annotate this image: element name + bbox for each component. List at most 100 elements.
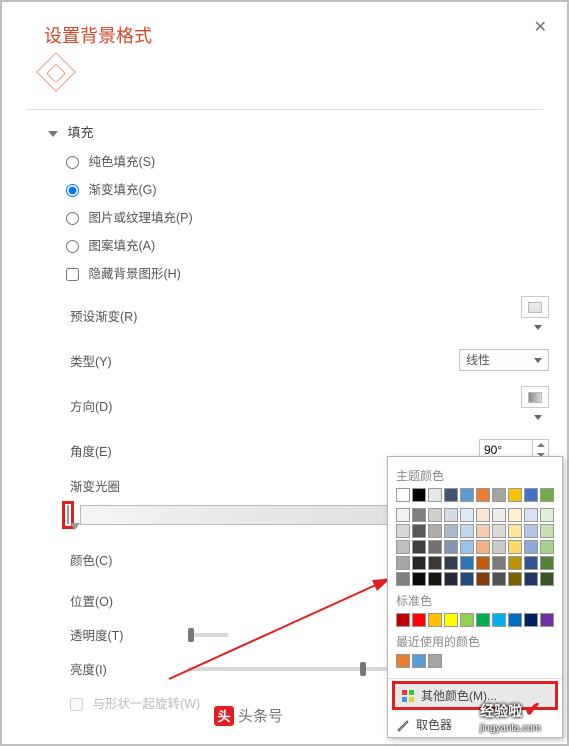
color-swatch[interactable] bbox=[476, 508, 490, 522]
color-swatch[interactable] bbox=[540, 488, 554, 502]
color-swatch[interactable] bbox=[476, 613, 490, 627]
preset-dropdown[interactable] bbox=[521, 296, 549, 318]
color-swatch[interactable] bbox=[428, 540, 442, 554]
color-swatch[interactable] bbox=[428, 524, 442, 538]
type-label: 类型(Y) bbox=[70, 351, 180, 370]
color-swatch[interactable] bbox=[444, 613, 458, 627]
color-swatch[interactable] bbox=[508, 572, 522, 586]
color-swatch[interactable] bbox=[476, 556, 490, 570]
color-swatch[interactable] bbox=[444, 556, 458, 570]
color-swatch[interactable] bbox=[412, 654, 426, 668]
color-swatch[interactable] bbox=[428, 572, 442, 586]
color-swatch[interactable] bbox=[412, 613, 426, 627]
fill-tab-icon[interactable] bbox=[36, 52, 76, 92]
color-swatch[interactable] bbox=[492, 556, 506, 570]
color-swatch[interactable] bbox=[540, 613, 554, 627]
color-swatch[interactable] bbox=[460, 508, 474, 522]
color-swatch[interactable] bbox=[524, 572, 538, 586]
section-fill[interactable]: 填充 bbox=[48, 122, 555, 141]
color-swatch[interactable] bbox=[540, 556, 554, 570]
color-swatch[interactable] bbox=[460, 488, 474, 502]
color-swatch[interactable] bbox=[460, 572, 474, 586]
color-swatch[interactable] bbox=[524, 556, 538, 570]
color-swatch[interactable] bbox=[444, 540, 458, 554]
eyedropper-label: 取色器 bbox=[416, 716, 452, 733]
color-swatch[interactable] bbox=[460, 524, 474, 538]
color-swatch[interactable] bbox=[396, 613, 410, 627]
color-swatch[interactable] bbox=[476, 572, 490, 586]
opt-solid[interactable]: 纯色填充(S) bbox=[66, 151, 555, 170]
color-swatch[interactable] bbox=[428, 488, 442, 502]
color-swatch[interactable] bbox=[508, 508, 522, 522]
color-swatch[interactable] bbox=[460, 556, 474, 570]
color-swatch[interactable] bbox=[444, 488, 458, 502]
color-swatch[interactable] bbox=[396, 556, 410, 570]
opt-picture[interactable]: 图片或纹理填充(P) bbox=[66, 207, 555, 226]
type-dropdown[interactable]: 线性 bbox=[459, 349, 549, 371]
color-swatch[interactable] bbox=[492, 524, 506, 538]
color-swatch[interactable] bbox=[540, 540, 554, 554]
color-swatch[interactable] bbox=[476, 524, 490, 538]
direction-label: 方向(D) bbox=[70, 396, 180, 415]
color-swatch[interactable] bbox=[540, 572, 554, 586]
caret-down-icon bbox=[48, 131, 58, 137]
color-swatch[interactable] bbox=[412, 556, 426, 570]
theme-colors-row bbox=[396, 488, 554, 502]
color-swatch[interactable] bbox=[396, 654, 410, 668]
angle-label: 角度(E) bbox=[70, 441, 180, 460]
site-url: jingyanla.com bbox=[480, 723, 541, 734]
popup-divider bbox=[388, 678, 562, 679]
color-swatch[interactable] bbox=[524, 508, 538, 522]
color-swatch[interactable] bbox=[508, 488, 522, 502]
color-popup: 主题颜色 标准色 最近使用的颜色 其他颜色(M)... 取色器 bbox=[387, 456, 563, 738]
color-swatch[interactable] bbox=[524, 488, 538, 502]
color-swatch[interactable] bbox=[492, 488, 506, 502]
color-swatch[interactable] bbox=[460, 613, 474, 627]
standard-colors-row bbox=[396, 613, 554, 627]
opt-pattern[interactable]: 图案填充(A) bbox=[66, 235, 555, 254]
color-swatch[interactable] bbox=[396, 488, 410, 502]
color-swatch[interactable] bbox=[412, 540, 426, 554]
color-label: 颜色(C) bbox=[70, 550, 180, 569]
color-swatch[interactable] bbox=[444, 508, 458, 522]
color-swatch[interactable] bbox=[428, 613, 442, 627]
opt-hide[interactable]: 隐藏背景图形(H) bbox=[66, 263, 555, 282]
color-swatch[interactable] bbox=[508, 613, 522, 627]
color-swatch[interactable] bbox=[476, 488, 490, 502]
gradient-stop-thumb[interactable] bbox=[67, 505, 69, 524]
color-swatch[interactable] bbox=[524, 540, 538, 554]
color-swatch[interactable] bbox=[492, 508, 506, 522]
close-icon[interactable]: ✕ bbox=[534, 17, 547, 37]
color-swatch[interactable] bbox=[428, 508, 442, 522]
opt-gradient[interactable]: 渐变填充(G) bbox=[66, 179, 555, 198]
color-swatch[interactable] bbox=[508, 556, 522, 570]
direction-dropdown[interactable] bbox=[521, 386, 549, 408]
transparency-slider[interactable] bbox=[188, 633, 228, 637]
color-swatch[interactable] bbox=[396, 524, 410, 538]
preset-label: 预设渐变(R) bbox=[70, 306, 180, 325]
color-swatch[interactable] bbox=[412, 488, 426, 502]
color-swatch[interactable] bbox=[444, 572, 458, 586]
color-swatch[interactable] bbox=[508, 540, 522, 554]
color-swatch[interactable] bbox=[524, 613, 538, 627]
section-label: 填充 bbox=[68, 125, 94, 140]
color-swatch[interactable] bbox=[428, 556, 442, 570]
color-swatch[interactable] bbox=[396, 540, 410, 554]
color-swatch[interactable] bbox=[492, 613, 506, 627]
color-swatch[interactable] bbox=[492, 572, 506, 586]
color-swatch[interactable] bbox=[428, 654, 442, 668]
color-swatch[interactable] bbox=[396, 572, 410, 586]
color-swatch[interactable] bbox=[540, 508, 554, 522]
color-swatch[interactable] bbox=[460, 540, 474, 554]
position-label: 位置(O) bbox=[70, 591, 180, 610]
color-swatch[interactable] bbox=[412, 524, 426, 538]
color-swatch[interactable] bbox=[412, 572, 426, 586]
color-swatch[interactable] bbox=[476, 540, 490, 554]
color-swatch[interactable] bbox=[396, 508, 410, 522]
color-swatch[interactable] bbox=[524, 524, 538, 538]
color-swatch[interactable] bbox=[492, 540, 506, 554]
color-swatch[interactable] bbox=[540, 524, 554, 538]
color-swatch[interactable] bbox=[508, 524, 522, 538]
color-swatch[interactable] bbox=[444, 524, 458, 538]
color-swatch[interactable] bbox=[412, 508, 426, 522]
